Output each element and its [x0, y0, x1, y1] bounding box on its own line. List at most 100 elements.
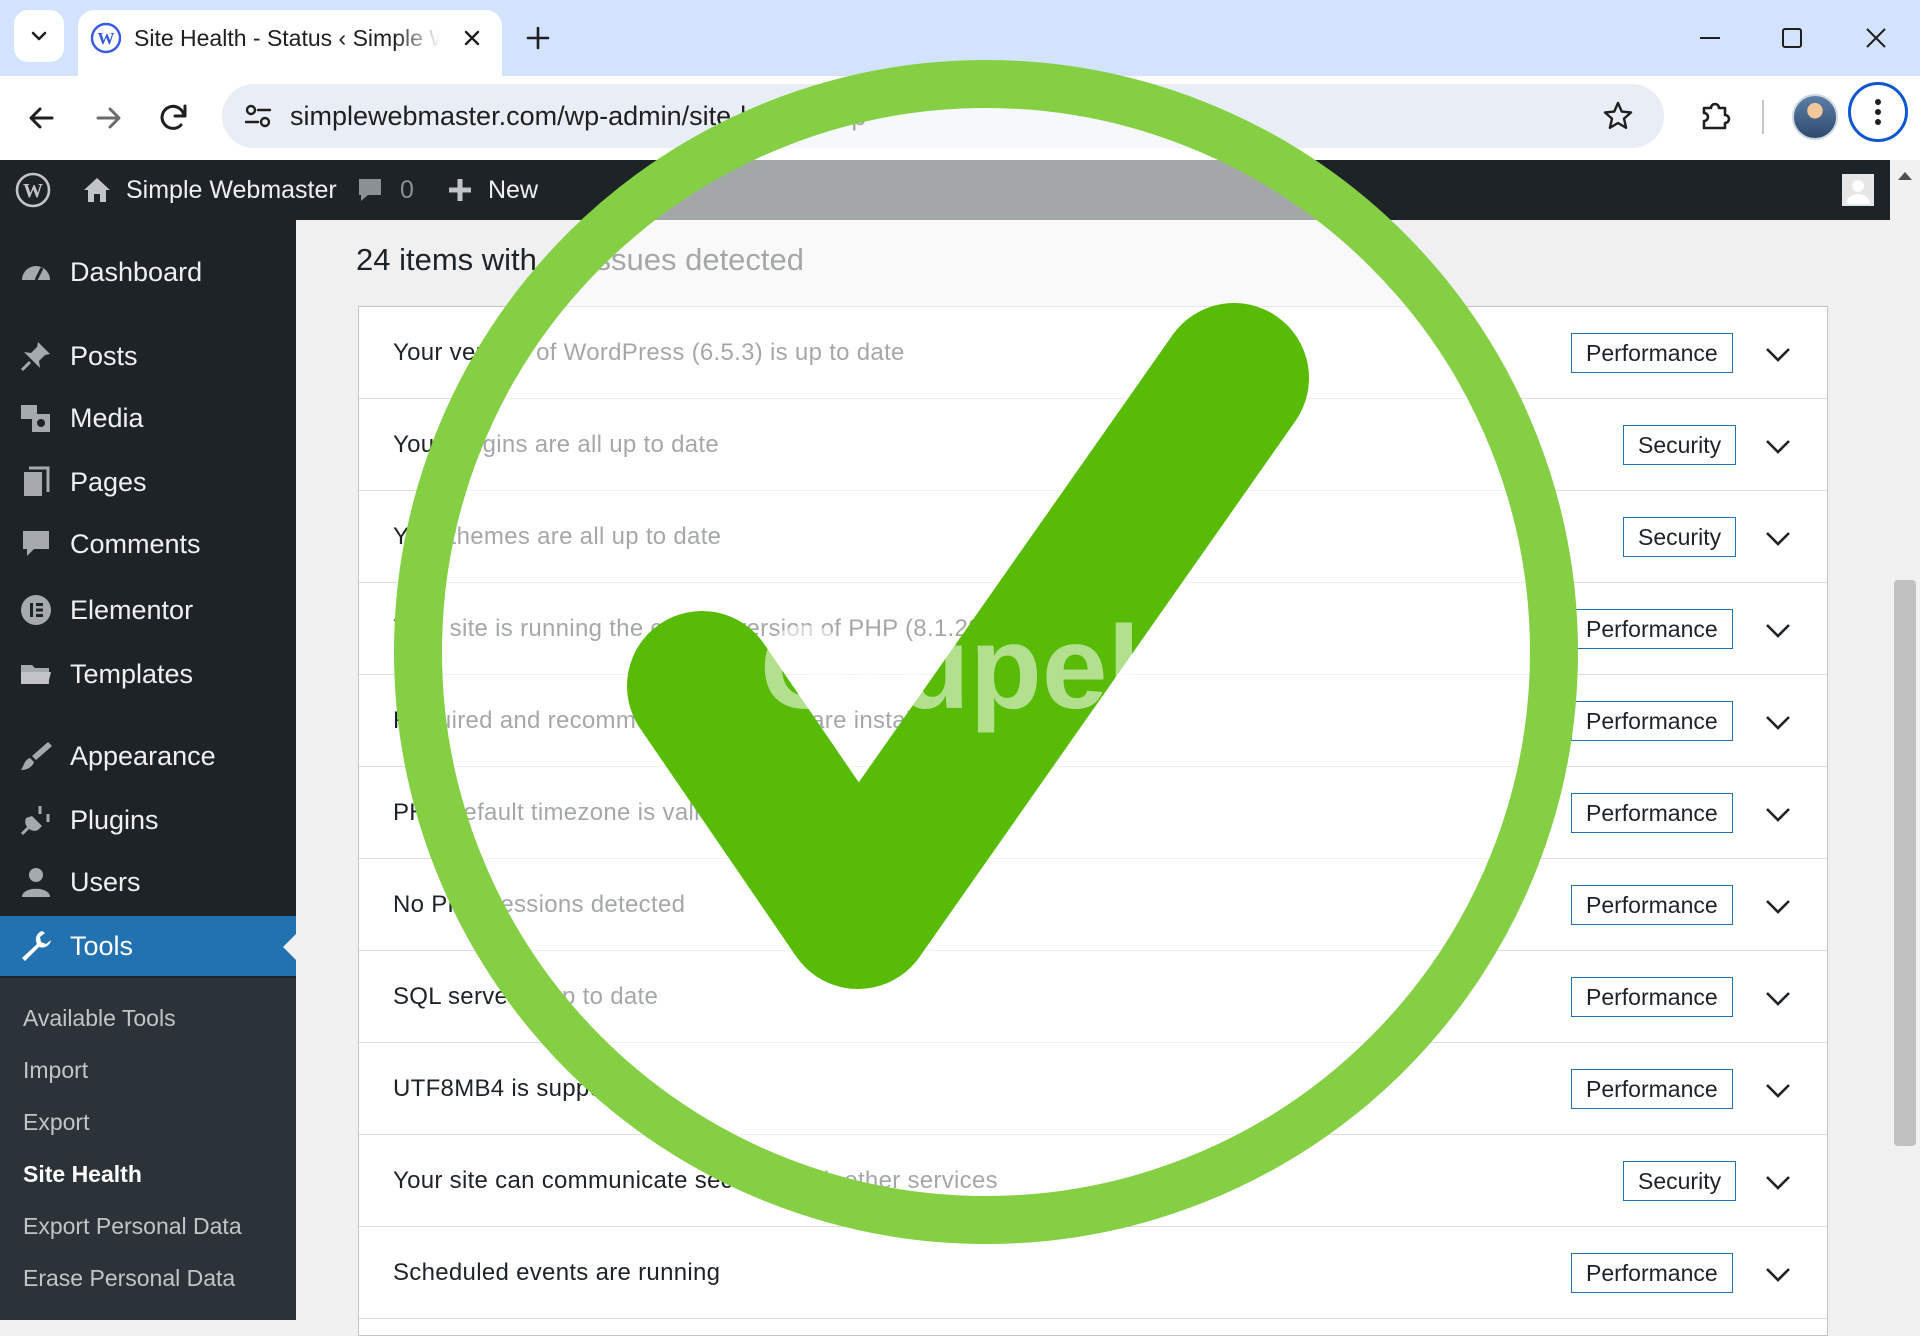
wp-logo-menu[interactable]: W: [14, 160, 52, 220]
tools-submenu: Available Tools Import Export Site Healt…: [0, 978, 296, 1320]
comment-bubble-icon: [23, 531, 49, 556]
sidebar-item-label: Dashboard: [70, 256, 203, 287]
submenu-item-available-tools[interactable]: Available Tools: [23, 998, 176, 1038]
minimize-icon[interactable]: [1690, 18, 1730, 58]
sidebar-item-label: Users: [70, 866, 141, 897]
sidebar-item-label: Plugins: [70, 804, 159, 835]
close-icon[interactable]: [458, 24, 486, 52]
chevron-down-icon[interactable]: [1763, 983, 1793, 1013]
scroll-thumb[interactable]: [1894, 580, 1916, 1146]
chevron-down-icon[interactable]: [1763, 1075, 1793, 1105]
site-name-menu[interactable]: Simple Webmaster: [80, 160, 337, 220]
sidebar-item-tools[interactable]: Tools: [0, 916, 296, 976]
chevron-down-icon[interactable]: [1763, 707, 1793, 737]
health-check-title: Your plugins are all up to date: [393, 431, 719, 458]
maximize-icon[interactable]: [1772, 18, 1812, 58]
submenu-item-export-personal-data[interactable]: Export Personal Data: [23, 1206, 242, 1246]
health-check-row[interactable]: Your themes are all up to date Security: [359, 491, 1827, 583]
health-check-title: PHP default timezone is valid: [393, 799, 714, 826]
wrench-icon: [22, 931, 51, 961]
health-check-row[interactable]: Scheduled events are running Performance: [359, 1227, 1827, 1319]
url-text[interactable]: simplewebmaster.com/wp-admin/site-health…: [290, 98, 866, 134]
chevron-down-icon[interactable]: [1763, 891, 1793, 921]
extensions-puzzle-icon[interactable]: [1694, 94, 1738, 138]
watermark-text: Grupel: [760, 602, 1141, 734]
health-check-badge: Performance: [1571, 701, 1733, 741]
submenu-item-export[interactable]: Export: [23, 1102, 89, 1142]
browser-tabstrip: W Site Health - Status ‹ Simple Webmaste…: [0, 0, 1920, 76]
elementor-icon: [21, 595, 51, 625]
sidebar-item-label: Elementor: [70, 594, 194, 625]
health-check-row[interactable]: Your site can communicate securely with …: [359, 1135, 1827, 1227]
chevron-down-icon[interactable]: [1763, 1167, 1793, 1197]
submenu-item-erase-personal-data[interactable]: Erase Personal Data: [23, 1258, 235, 1298]
health-check-row[interactable]: PHP default timezone is valid Performanc…: [359, 767, 1827, 859]
sidebar-item-dashboard[interactable]: Dashboard: [0, 242, 296, 302]
sidebar-item-elementor[interactable]: Elementor: [0, 580, 296, 640]
health-check-row[interactable]: Your version of WordPress (6.5.3) is up …: [359, 307, 1827, 399]
folder-icon: [21, 665, 51, 684]
profile-avatar[interactable]: [1792, 94, 1838, 140]
sidebar-item-appearance[interactable]: Appearance: [0, 726, 296, 786]
media-icon: [21, 405, 50, 432]
chevron-down-icon[interactable]: [1763, 339, 1793, 369]
window-close-icon[interactable]: [1856, 18, 1896, 58]
forward-arrow-icon[interactable]: [84, 94, 132, 142]
sidebar-item-label: Posts: [70, 340, 138, 371]
chevron-down-icon[interactable]: [1763, 1259, 1793, 1289]
sidebar-item-label: Comments: [70, 528, 201, 559]
sidebar-item-label: Media: [70, 402, 144, 433]
health-check-badge: Performance: [1571, 1253, 1733, 1293]
submenu-item-import[interactable]: Import: [23, 1050, 88, 1090]
avatar-silhouette-icon: [1846, 180, 1870, 204]
passed-tests-list: Your version of WordPress (6.5.3) is up …: [358, 306, 1828, 1336]
back-arrow-icon[interactable]: [18, 94, 66, 142]
chevron-down-icon[interactable]: [1763, 615, 1793, 645]
wordpress-logo-icon: W: [15, 172, 51, 208]
scroll-up-arrow-icon[interactable]: [1898, 172, 1912, 180]
plug-icon: [20, 806, 50, 836]
sidebar-item-comments[interactable]: Comments: [0, 514, 296, 574]
tab-search-button[interactable]: [14, 10, 64, 62]
browser-toolbar: simplewebmaster.com/wp-admin/site-health…: [0, 76, 1920, 160]
health-check-row[interactable]: UTF8MB4 is supported Performance: [359, 1043, 1827, 1135]
reload-icon[interactable]: [150, 94, 198, 142]
health-check-badge: Performance: [1571, 1069, 1733, 1109]
sidebar-item-users[interactable]: Users: [0, 852, 296, 912]
new-tab-plus-icon[interactable]: [520, 20, 556, 56]
browser-tab-active[interactable]: W Site Health - Status ‹ Simple Webmaste…: [78, 10, 502, 76]
browser-menu-button[interactable]: [1848, 82, 1908, 142]
plus-icon: [449, 179, 471, 201]
address-bar[interactable]: simplewebmaster.com/wp-admin/site-health…: [222, 84, 1664, 148]
health-check-row[interactable]: Your plugins are all up to date Security: [359, 399, 1827, 491]
page-scrollbar[interactable]: [1890, 160, 1920, 1320]
comments-menu[interactable]: 0: [354, 160, 414, 220]
passed-tests-heading: 24 items with no issues detected: [356, 242, 805, 277]
toolbar-divider: [1762, 100, 1764, 134]
submenu-item-site-health[interactable]: Site Health: [23, 1154, 142, 1194]
chevron-down-icon[interactable]: [1763, 799, 1793, 829]
chevron-down-icon[interactable]: [1763, 431, 1793, 461]
bookmark-star-icon[interactable]: [1600, 98, 1636, 134]
pushpin-icon: [20, 342, 50, 372]
user-icon: [22, 868, 50, 897]
health-check-row[interactable]: No PHP sessions detected Performance: [359, 859, 1827, 951]
sidebar-item-templates[interactable]: Templates: [0, 644, 296, 704]
sidebar-item-label: Pages: [70, 466, 147, 497]
user-avatar-icon[interactable]: [1842, 174, 1874, 206]
health-check-row[interactable]: SQL server is up to date Performance: [359, 951, 1827, 1043]
site-info-tune-icon[interactable]: [240, 98, 276, 134]
chevron-down-icon[interactable]: [1763, 523, 1793, 553]
sidebar-item-plugins[interactable]: Plugins: [0, 790, 296, 850]
sidebar-item-pages[interactable]: Pages: [0, 452, 296, 512]
sidebar-item-media[interactable]: Media: [0, 388, 296, 448]
health-check-title: Your site can communicate securely with …: [393, 1167, 998, 1194]
health-check-badge: Performance: [1571, 793, 1733, 833]
health-check-title: UTF8MB4 is supported: [393, 1075, 646, 1102]
health-check-title: No PHP sessions detected: [393, 891, 686, 918]
wp-admin-bar: W Simple Webmaster 0 New: [0, 160, 1890, 220]
health-check-badge: Performance: [1571, 885, 1733, 925]
sidebar-item-posts[interactable]: Posts: [0, 326, 296, 386]
wp-admin-sidebar: Dashboard Posts Media Pages Comments Ele…: [0, 220, 296, 1320]
new-content-menu[interactable]: New: [446, 160, 538, 220]
